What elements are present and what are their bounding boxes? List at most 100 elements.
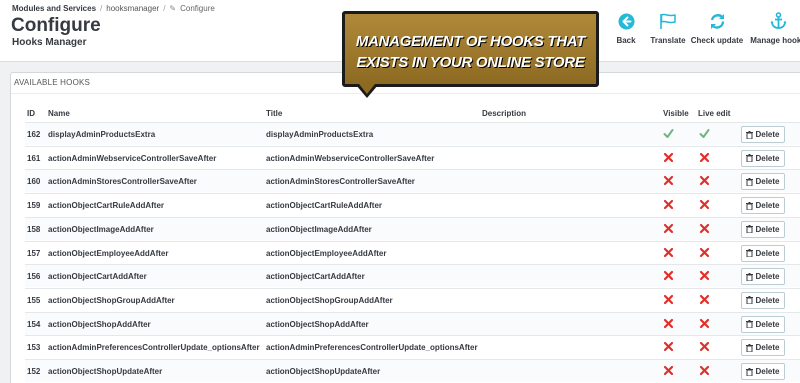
delete-button[interactable]: Delete [741, 244, 785, 262]
cell-name: actionObjectShopAddAfter [48, 319, 151, 329]
table-row: 161 actionAdminWebserviceControllerSaveAf… [25, 145, 800, 169]
back-button[interactable]: Back [614, 12, 638, 45]
manage-hooks-button[interactable]: Manage hooks [746, 12, 800, 45]
breadcrumb-item-modules[interactable]: Modules and Services [12, 4, 96, 13]
cell-name: actionObjectShopUpdateAfter [48, 367, 163, 376]
cell-title: actionObjectShopUpdateAfter [266, 367, 381, 376]
flag-icon [659, 12, 677, 30]
callout-tail-fill [359, 84, 375, 94]
delete-label: Delete [755, 177, 780, 187]
cross-icon[interactable] [699, 247, 710, 258]
trash-icon [746, 249, 754, 257]
column-header-name[interactable]: Name [48, 109, 70, 118]
delete-button[interactable]: Delete [741, 363, 785, 380]
delete-button[interactable]: Delete [741, 149, 785, 167]
cell-name: actionObjectCartAddAfter [48, 272, 147, 282]
cell-id: 152 [27, 367, 41, 376]
page-title: Configure [11, 15, 101, 36]
cell-id: 159 [27, 201, 41, 211]
column-header-visible[interactable]: Visible [663, 109, 689, 118]
cross-icon[interactable] [663, 199, 674, 210]
cross-icon[interactable] [699, 341, 710, 352]
delete-button[interactable]: Delete [741, 126, 785, 143]
anchor-icon [769, 12, 787, 30]
cross-icon[interactable] [663, 152, 674, 163]
trash-icon [746, 201, 754, 210]
delete-label: Delete [755, 343, 780, 353]
cell-name: actionAdminWebserviceControllerSaveAfter [48, 153, 217, 163]
trash-icon [746, 225, 754, 234]
cross-icon[interactable] [663, 318, 674, 329]
table-row: 153 actionAdminPreferencesControllerUpdat… [25, 335, 800, 358]
cross-icon[interactable] [663, 365, 674, 376]
delete-label: Delete [755, 295, 780, 305]
delete-button[interactable]: Delete [741, 220, 785, 238]
cross-icon[interactable] [663, 223, 674, 234]
wrench-icon: ✎ [169, 4, 177, 13]
trash-icon [746, 130, 754, 139]
cross-icon[interactable] [699, 223, 710, 234]
cell-name: actionObjectImageAddAfter [48, 224, 154, 234]
cross-icon[interactable] [699, 270, 710, 281]
cell-id: 155 [27, 295, 41, 305]
cell-id: 160 [27, 177, 41, 187]
cell-name: actionAdminPreferencesControllerUpdate_o… [48, 343, 260, 353]
delete-button[interactable]: Delete [741, 197, 785, 215]
table-row: 152 actionObjectShopUpdateAfter actionObje… [25, 359, 800, 382]
cross-icon[interactable] [663, 247, 674, 258]
breadcrumb-item-current: Configure [180, 4, 215, 13]
cell-title: actionAdminStoresControllerSaveAfter [266, 177, 415, 187]
cell-title: actionAdminWebserviceControllerSaveAfter [266, 153, 435, 163]
check-icon[interactable] [699, 128, 710, 139]
delete-button[interactable]: Delete [741, 315, 785, 333]
delete-button[interactable]: Delete [741, 339, 785, 357]
check-icon[interactable] [663, 128, 674, 139]
delete-label: Delete [755, 224, 780, 234]
delete-label: Delete [755, 248, 780, 258]
check-update-button[interactable]: Check update [690, 12, 744, 45]
arrow-left-circle-icon [617, 12, 635, 30]
cell-title: actionAdminPreferencesControllerUpdate_o… [266, 343, 478, 353]
check-update-label: Check update [690, 36, 744, 45]
translate-label: Translate [650, 36, 686, 45]
translate-button[interactable]: Translate [648, 12, 688, 45]
delete-label: Delete [755, 201, 780, 211]
delete-button[interactable]: Delete [741, 173, 785, 191]
cell-id: 156 [27, 272, 41, 282]
cell-id: 157 [27, 248, 41, 258]
cell-id: 161 [27, 153, 41, 163]
delete-button[interactable]: Delete [741, 268, 785, 286]
delete-label: Delete [755, 130, 780, 139]
cross-icon[interactable] [699, 199, 710, 210]
column-header-id[interactable]: ID [27, 109, 35, 118]
delete-label: Delete [755, 319, 780, 329]
delete-label: Delete [755, 153, 780, 163]
cross-icon[interactable] [663, 175, 674, 186]
callout-line-1: MANAGEMENT OF HOOKS THAT [355, 33, 586, 50]
cross-icon[interactable] [699, 365, 710, 376]
cross-icon[interactable] [699, 175, 710, 186]
trash-icon [746, 154, 754, 163]
table-row: 156 actionObjectCartAddAfter actionObjectC… [25, 264, 800, 288]
delete-button[interactable]: Delete [741, 291, 785, 309]
cross-icon[interactable] [663, 294, 674, 305]
trash-icon [746, 296, 754, 305]
breadcrumb-item-module[interactable]: hooksmanager [106, 4, 159, 13]
table-row: 162 displayAdminProductsExtra displayAdmin… [25, 122, 800, 145]
cross-icon[interactable] [699, 152, 710, 163]
trash-icon [746, 343, 754, 352]
trash-icon [746, 367, 754, 376]
table-row: 157 actionObjectEmployeeAddAfter actionObj… [25, 240, 800, 264]
cell-id: 153 [27, 343, 41, 353]
column-header-live-edit[interactable]: Live edit [698, 109, 730, 118]
cross-icon[interactable] [663, 341, 674, 352]
cross-icon[interactable] [663, 270, 674, 281]
column-header-title[interactable]: Title [266, 109, 282, 118]
cross-icon[interactable] [699, 318, 710, 329]
column-header-description[interactable]: Description [482, 109, 526, 118]
delete-label: Delete [755, 272, 780, 282]
table-row: 155 actionObjectShopGroupAddAfter actionOb… [25, 287, 800, 311]
cell-title: actionObjectShopGroupAddAfter [266, 295, 393, 305]
cross-icon[interactable] [699, 294, 710, 305]
cell-name: displayAdminProductsExtra [48, 130, 156, 139]
